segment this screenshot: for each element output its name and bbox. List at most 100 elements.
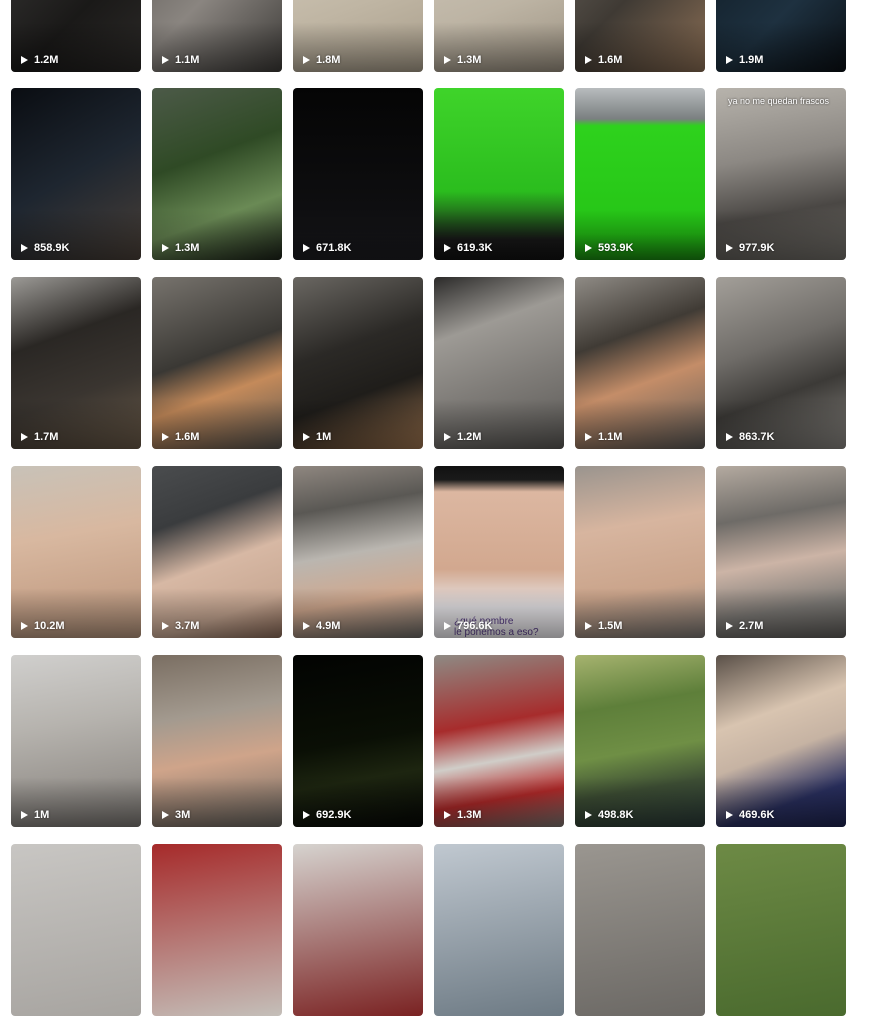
video-thumbnail[interactable]: 671.8K: [293, 88, 423, 260]
view-count: 1.2M: [444, 431, 481, 443]
view-count: 498.8K: [585, 809, 633, 821]
video-thumbnail[interactable]: 3.7M: [152, 466, 282, 638]
play-icon: [21, 56, 28, 64]
video-thumbnail[interactable]: 593.9K: [575, 88, 705, 260]
video-thumbnail[interactable]: 1.5M: [575, 466, 705, 638]
view-count-label: 1.2M: [457, 431, 482, 443]
view-count-label: 692.9K: [316, 809, 352, 821]
view-count-label: 1.6M: [598, 54, 623, 66]
play-icon: [444, 56, 451, 64]
video-thumbnail[interactable]: 619.3K: [434, 88, 564, 260]
play-icon: [444, 811, 451, 819]
view-count: 1.8M: [303, 54, 340, 66]
video-thumbnail[interactable]: 469.6K: [716, 655, 846, 827]
view-count: 1.7M: [21, 431, 58, 443]
video-thumbnail[interactable]: ¿qué nombre le ponemos a eso?796.6K: [434, 466, 564, 638]
thumbnail-image: [434, 844, 564, 1016]
video-thumbnail[interactable]: 858.9K: [11, 88, 141, 260]
video-thumbnail[interactable]: [152, 844, 282, 1016]
video-thumbnail[interactable]: 1M: [293, 277, 423, 449]
video-thumbnail[interactable]: 1.2M: [434, 277, 564, 449]
play-icon: [726, 433, 733, 441]
video-thumbnail[interactable]: [11, 844, 141, 1016]
view-count: 619.3K: [444, 242, 492, 254]
play-icon: [585, 433, 592, 441]
play-icon: [726, 811, 733, 819]
thumbnail-image: [11, 844, 141, 1016]
view-count: 1.1M: [585, 431, 622, 443]
video-thumbnail[interactable]: 10.2M: [11, 466, 141, 638]
view-count: 1M: [303, 431, 331, 443]
view-count: 863.7K: [726, 431, 774, 443]
view-count: 1.2M: [21, 54, 58, 66]
video-thumbnail[interactable]: 692.9K: [293, 655, 423, 827]
view-count-label: 1.8M: [316, 54, 341, 66]
play-icon: [585, 244, 592, 252]
view-count: 1.9M: [726, 54, 763, 66]
view-count: 1.5M: [585, 620, 622, 632]
view-count: 1.3M: [444, 54, 481, 66]
video-thumbnail[interactable]: [716, 844, 846, 1016]
view-count: 10.2M: [21, 620, 65, 632]
play-icon: [585, 56, 592, 64]
view-count-label: 1M: [316, 431, 332, 443]
video-thumbnail[interactable]: [575, 844, 705, 1016]
video-thumbnail[interactable]: 1.6M: [575, 0, 705, 72]
view-count: 469.6K: [726, 809, 774, 821]
video-thumbnail[interactable]: 1.7M: [11, 277, 141, 449]
thumbnail-image: [152, 844, 282, 1016]
view-count: 1.3M: [162, 242, 199, 254]
play-icon: [162, 56, 169, 64]
view-count-label: 4.9M: [316, 620, 341, 632]
view-count-label: 2.7M: [739, 620, 764, 632]
play-icon: [726, 244, 733, 252]
thumbnail-image: [293, 844, 423, 1016]
video-thumbnail[interactable]: [293, 844, 423, 1016]
video-thumbnail[interactable]: 1M: [11, 655, 141, 827]
video-thumbnail[interactable]: ya no me quedan frascos 977.9K: [716, 88, 846, 260]
video-thumbnail[interactable]: 1.1M: [575, 277, 705, 449]
video-thumbnail[interactable]: 498.8K: [575, 655, 705, 827]
view-count: 3.7M: [162, 620, 199, 632]
play-icon: [162, 244, 169, 252]
play-icon: [726, 622, 733, 630]
view-count: 3M: [162, 809, 190, 821]
video-thumbnail[interactable]: 1.2M: [11, 0, 141, 72]
view-count-label: 498.8K: [598, 809, 634, 821]
view-count-label: 858.9K: [34, 242, 70, 254]
view-count: 593.9K: [585, 242, 633, 254]
video-thumbnail[interactable]: 2.7M: [716, 466, 846, 638]
view-count: 1.3M: [444, 809, 481, 821]
view-count-label: 619.3K: [457, 242, 493, 254]
video-thumbnail[interactable]: 1.9M: [716, 0, 846, 72]
video-thumbnail[interactable]: 4.9M: [293, 466, 423, 638]
video-thumbnail[interactable]: 1.8M: [293, 0, 423, 72]
video-thumbnail[interactable]: 863.7K: [716, 277, 846, 449]
view-count: 1M: [21, 809, 49, 821]
view-count: 4.9M: [303, 620, 340, 632]
view-count-label: 3M: [175, 809, 191, 821]
play-icon: [303, 811, 310, 819]
video-thumbnail[interactable]: 1.3M: [434, 0, 564, 72]
video-thumbnail[interactable]: 1.1M: [152, 0, 282, 72]
view-count-label: 3.7M: [175, 620, 200, 632]
view-count-label: 1.7M: [34, 431, 59, 443]
play-icon: [303, 244, 310, 252]
video-thumbnail[interactable]: [434, 844, 564, 1016]
play-icon: [303, 56, 310, 64]
play-icon: [444, 622, 451, 630]
video-thumbnail[interactable]: 1.6M: [152, 277, 282, 449]
view-count: 977.9K: [726, 242, 774, 254]
video-thumbnail[interactable]: 1.3M: [434, 655, 564, 827]
video-thumbnail[interactable]: 3M: [152, 655, 282, 827]
view-count-label: 1.6M: [175, 431, 200, 443]
play-icon: [162, 811, 169, 819]
view-count: 1.1M: [162, 54, 199, 66]
view-count-label: 10.2M: [34, 620, 65, 632]
video-thumbnail[interactable]: 1.3M: [152, 88, 282, 260]
view-count-label: 1.3M: [457, 54, 482, 66]
play-icon: [303, 433, 310, 441]
view-count-label: 1.3M: [457, 809, 482, 821]
play-icon: [21, 622, 28, 630]
view-count: 671.8K: [303, 242, 351, 254]
